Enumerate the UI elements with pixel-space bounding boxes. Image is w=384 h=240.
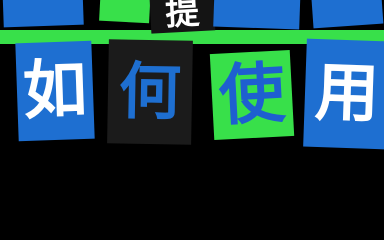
title-character-4: 用: [313, 55, 381, 133]
title-character-3: 使: [217, 54, 287, 135]
title-character-1: 如: [21, 52, 89, 130]
top-tile-4: [213, 0, 301, 30]
top-character-1: 提: [164, 0, 201, 34]
title-character-2: 何: [118, 54, 182, 129]
top-tile-2: [99, 0, 151, 24]
top-tile-3: 提: [148, 0, 216, 34]
title-tile-he: 何: [107, 39, 193, 145]
video-frame: 提 如 何 使 用: [0, 0, 384, 216]
top-tile-5: [310, 0, 384, 29]
title-tile-yong: 用: [303, 38, 384, 150]
top-tile-1: [2, 0, 84, 28]
title-tile-shi: 使: [209, 49, 295, 141]
title-tile-ru: 如: [15, 40, 95, 142]
